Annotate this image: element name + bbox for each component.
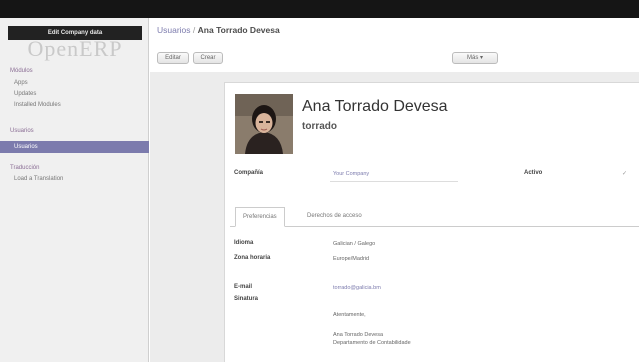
user-avatar[interactable] [235,94,293,154]
breadcrumb-separator: / [192,25,196,35]
signature-line-greeting: Atentamente, [333,312,366,318]
user-login: torrado [302,121,337,132]
edit-button[interactable]: Editar [157,52,189,64]
language-label: Idioma [234,240,254,246]
company-logo: OpenERP [27,36,123,61]
more-button[interactable]: Más ▾ [452,52,498,64]
active-checkbox[interactable]: ✓ [622,170,627,177]
sidebar-item-load-translation[interactable]: Load a Translation [14,176,63,182]
company-field[interactable]: Your Company [333,171,369,177]
sidebar-item-installed-modules[interactable]: Installed Modules [14,102,61,108]
sidebar-heading-modules: Módulos [10,68,33,74]
top-bar [0,0,639,18]
sidebar-item-updates[interactable]: Updates [14,91,36,97]
sidebar-item-users[interactable]: Usuarios [0,141,149,153]
timezone-field[interactable]: Europe/Madrid [333,256,369,262]
company-label: Compañía [234,170,264,176]
breadcrumb-parent-link[interactable]: Usuarios [157,25,191,35]
active-label: Activo [524,170,543,176]
tabs-divider [230,226,639,227]
email-label: E-mail [234,284,253,290]
sidebar-heading-translation: Traducción [10,165,40,171]
breadcrumb-current: Ana Torrado Devesa [197,25,280,35]
tab-access-rights[interactable]: Derechos de acceso [300,207,369,227]
tab-preferences[interactable]: Preferencias [235,207,285,227]
breadcrumb: Usuarios / Ana Torrado Devesa [157,25,280,35]
signature-line-department: Departamento de Contabilidade [333,340,411,346]
create-button[interactable]: Crear [193,52,223,64]
email-field[interactable]: torrado@galicia.bm [333,285,381,291]
timezone-label: Zona horaria [234,255,271,261]
user-name: Ana Torrado Devesa [302,98,448,115]
user-photo [235,94,293,154]
company-field-underline [330,181,458,182]
signature-label: Sinatura [234,296,259,302]
language-field[interactable]: Galician / Galego [333,241,375,247]
signature-line-name: Ana Torrado Devesa [333,332,384,338]
sidebar-heading-users: Usuarios [10,128,34,134]
sidebar-item-apps[interactable]: Apps [14,80,28,86]
